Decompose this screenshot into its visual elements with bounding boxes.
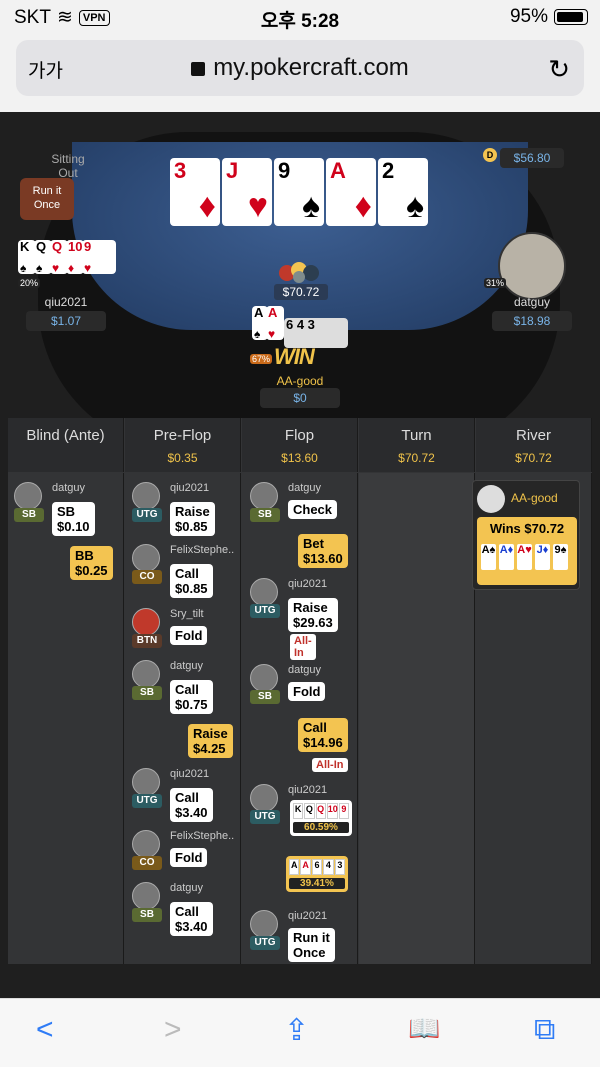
flop-hero-call: Call $14.96 xyxy=(298,718,348,752)
winner-avatar xyxy=(477,485,505,513)
battery-icon xyxy=(554,9,588,25)
left-player-name: qiu2021 xyxy=(44,295,88,309)
top-right-stack: $56.80 xyxy=(500,148,564,168)
bookmarks-icon[interactable]: 📖 xyxy=(408,1013,440,1044)
address-bar[interactable]: 가가 my.pokercraft.com ↻ xyxy=(16,40,584,96)
browser-toolbar: < > ⇪ 📖 ⧉ xyxy=(0,998,600,1067)
board-card-3: 9 ♠ xyxy=(274,158,324,226)
flop-runout-hero: A A 6 4 3 39.41% xyxy=(286,856,348,892)
hero-equity: 67% xyxy=(250,354,273,364)
column-turn xyxy=(359,473,475,964)
sitting-out-label: Sitting Out xyxy=(51,152,85,180)
share-icon[interactable]: ⇪ xyxy=(284,1013,309,1048)
lock-icon xyxy=(191,62,206,76)
blind-action-bb: BB $0.25 xyxy=(70,546,113,580)
river-winner-panel: AA-good Wins $70.72 A♠ A♦ A♥ J♦ 9♠ xyxy=(472,480,580,590)
winning-hand: A♠ A♦ A♥ J♦ 9♠ xyxy=(481,544,568,570)
datguy-avatar xyxy=(498,232,566,300)
street-header-blind[interactable]: Blind (Ante) xyxy=(8,418,124,472)
right-player-name: datguy xyxy=(513,295,551,309)
browser-address-area: 가가 my.pokercraft.com ↻ xyxy=(0,36,600,112)
back-icon[interactable]: < xyxy=(36,1013,54,1047)
street-header-turn[interactable]: Turn $70.72 xyxy=(359,418,475,472)
board-card-2: J ♥ xyxy=(222,158,272,226)
flop-hero-allin: All-In xyxy=(312,758,348,772)
reload-icon[interactable]: ↻ xyxy=(548,54,570,85)
street-header-preflop[interactable]: Pre-Flop $0.35 xyxy=(125,418,241,472)
win-label: WIN xyxy=(274,344,315,369)
preflop-hero-raise: Raise $4.25 xyxy=(188,724,233,758)
forward-icon[interactable]: > xyxy=(164,1013,182,1047)
board-card-4: A ♦ xyxy=(326,158,376,226)
right-player-stack: $18.98 xyxy=(492,311,572,331)
right-player-equity: 31% xyxy=(484,278,507,288)
chip-stack-icon xyxy=(275,257,325,283)
hand-replay: Sitting Out Run it Once D $56.80 3 ♦ J ♥ 9… xyxy=(0,112,600,998)
run-it-once-badge: Run it Once xyxy=(20,178,74,220)
flop-hero-bet: Bet $13.60 xyxy=(298,534,348,568)
winner-name: AA-good xyxy=(511,491,558,505)
player-avatar xyxy=(14,482,42,510)
tabs-icon[interactable]: ⧉ xyxy=(534,1013,555,1047)
left-player-equity: 20% xyxy=(18,278,41,288)
left-player-stack: $1.07 xyxy=(26,311,106,331)
battery-level: 95% xyxy=(509,6,548,27)
street-header-river[interactable]: River $70.72 xyxy=(476,418,592,472)
pot-amount: $70.72 xyxy=(274,284,328,300)
win-amount: Wins $70.72 xyxy=(489,521,565,536)
street-header-flop[interactable]: Flop $13.60 xyxy=(242,418,358,472)
dealer-button: D xyxy=(483,148,497,162)
url-text[interactable]: my.pokercraft.com xyxy=(213,54,409,81)
status-bar: SKT ≋ VPN 오후 5:28 95% xyxy=(0,0,600,36)
hero-name: AA-good xyxy=(276,374,324,388)
board-card-5: 2 ♠ xyxy=(378,158,428,226)
hero-stack: $0 xyxy=(260,388,340,408)
board-card-1: 3 ♦ xyxy=(170,158,220,226)
